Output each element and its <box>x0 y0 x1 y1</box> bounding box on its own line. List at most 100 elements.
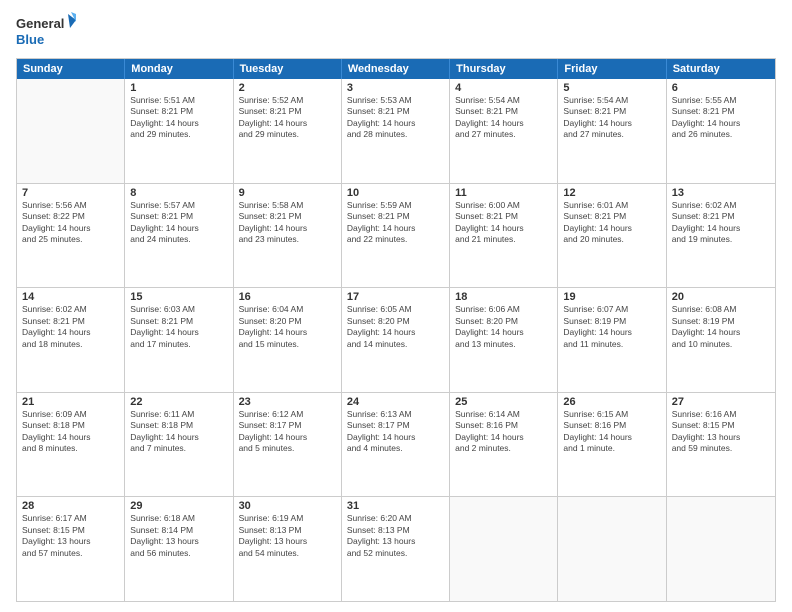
day-cell-16: 16Sunrise: 6:04 AMSunset: 8:20 PMDayligh… <box>234 288 342 392</box>
day-number: 1 <box>130 82 227 94</box>
header-day-monday: Monday <box>125 59 233 79</box>
day-info: Sunrise: 6:20 AMSunset: 8:13 PMDaylight:… <box>347 513 444 559</box>
logo: General Blue <box>16 12 76 52</box>
day-number: 19 <box>563 291 660 303</box>
svg-text:General: General <box>16 16 64 31</box>
day-number: 17 <box>347 291 444 303</box>
day-number: 28 <box>22 500 119 512</box>
day-number: 29 <box>130 500 227 512</box>
day-cell-17: 17Sunrise: 6:05 AMSunset: 8:20 PMDayligh… <box>342 288 450 392</box>
day-info: Sunrise: 6:03 AMSunset: 8:21 PMDaylight:… <box>130 304 227 350</box>
day-cell-1: 1Sunrise: 5:51 AMSunset: 8:21 PMDaylight… <box>125 79 233 183</box>
day-number: 7 <box>22 187 119 199</box>
day-cell-empty <box>558 497 666 601</box>
day-info: Sunrise: 5:54 AMSunset: 8:21 PMDaylight:… <box>563 95 660 141</box>
day-number: 25 <box>455 396 552 408</box>
day-info: Sunrise: 6:02 AMSunset: 8:21 PMDaylight:… <box>22 304 119 350</box>
day-info: Sunrise: 6:14 AMSunset: 8:16 PMDaylight:… <box>455 409 552 455</box>
day-number: 22 <box>130 396 227 408</box>
header-day-friday: Friday <box>558 59 666 79</box>
day-info: Sunrise: 5:57 AMSunset: 8:21 PMDaylight:… <box>130 200 227 246</box>
day-info: Sunrise: 5:58 AMSunset: 8:21 PMDaylight:… <box>239 200 336 246</box>
calendar-header: SundayMondayTuesdayWednesdayThursdayFrid… <box>17 59 775 79</box>
day-info: Sunrise: 5:51 AMSunset: 8:21 PMDaylight:… <box>130 95 227 141</box>
day-info: Sunrise: 5:52 AMSunset: 8:21 PMDaylight:… <box>239 95 336 141</box>
day-cell-3: 3Sunrise: 5:53 AMSunset: 8:21 PMDaylight… <box>342 79 450 183</box>
day-info: Sunrise: 6:09 AMSunset: 8:18 PMDaylight:… <box>22 409 119 455</box>
calendar-week-5: 28Sunrise: 6:17 AMSunset: 8:15 PMDayligh… <box>17 497 775 601</box>
day-cell-7: 7Sunrise: 5:56 AMSunset: 8:22 PMDaylight… <box>17 184 125 288</box>
day-number: 8 <box>130 187 227 199</box>
calendar: SundayMondayTuesdayWednesdayThursdayFrid… <box>16 58 776 602</box>
day-cell-9: 9Sunrise: 5:58 AMSunset: 8:21 PMDaylight… <box>234 184 342 288</box>
day-cell-27: 27Sunrise: 6:16 AMSunset: 8:15 PMDayligh… <box>667 393 775 497</box>
day-cell-10: 10Sunrise: 5:59 AMSunset: 8:21 PMDayligh… <box>342 184 450 288</box>
day-info: Sunrise: 5:56 AMSunset: 8:22 PMDaylight:… <box>22 200 119 246</box>
day-info: Sunrise: 6:17 AMSunset: 8:15 PMDaylight:… <box>22 513 119 559</box>
day-cell-12: 12Sunrise: 6:01 AMSunset: 8:21 PMDayligh… <box>558 184 666 288</box>
day-cell-2: 2Sunrise: 5:52 AMSunset: 8:21 PMDaylight… <box>234 79 342 183</box>
day-cell-29: 29Sunrise: 6:18 AMSunset: 8:14 PMDayligh… <box>125 497 233 601</box>
day-cell-22: 22Sunrise: 6:11 AMSunset: 8:18 PMDayligh… <box>125 393 233 497</box>
calendar-body: 1Sunrise: 5:51 AMSunset: 8:21 PMDaylight… <box>17 79 775 601</box>
day-cell-empty <box>450 497 558 601</box>
day-number: 2 <box>239 82 336 94</box>
day-number: 31 <box>347 500 444 512</box>
day-info: Sunrise: 6:18 AMSunset: 8:14 PMDaylight:… <box>130 513 227 559</box>
day-info: Sunrise: 5:59 AMSunset: 8:21 PMDaylight:… <box>347 200 444 246</box>
day-info: Sunrise: 6:06 AMSunset: 8:20 PMDaylight:… <box>455 304 552 350</box>
day-number: 13 <box>672 187 770 199</box>
day-info: Sunrise: 6:13 AMSunset: 8:17 PMDaylight:… <box>347 409 444 455</box>
day-cell-empty <box>17 79 125 183</box>
day-info: Sunrise: 6:02 AMSunset: 8:21 PMDaylight:… <box>672 200 770 246</box>
day-cell-20: 20Sunrise: 6:08 AMSunset: 8:19 PMDayligh… <box>667 288 775 392</box>
day-number: 5 <box>563 82 660 94</box>
day-cell-25: 25Sunrise: 6:14 AMSunset: 8:16 PMDayligh… <box>450 393 558 497</box>
day-info: Sunrise: 5:54 AMSunset: 8:21 PMDaylight:… <box>455 95 552 141</box>
day-cell-6: 6Sunrise: 5:55 AMSunset: 8:21 PMDaylight… <box>667 79 775 183</box>
day-number: 6 <box>672 82 770 94</box>
day-cell-19: 19Sunrise: 6:07 AMSunset: 8:19 PMDayligh… <box>558 288 666 392</box>
day-number: 20 <box>672 291 770 303</box>
day-number: 16 <box>239 291 336 303</box>
day-cell-5: 5Sunrise: 5:54 AMSunset: 8:21 PMDaylight… <box>558 79 666 183</box>
day-number: 9 <box>239 187 336 199</box>
day-cell-18: 18Sunrise: 6:06 AMSunset: 8:20 PMDayligh… <box>450 288 558 392</box>
day-cell-26: 26Sunrise: 6:15 AMSunset: 8:16 PMDayligh… <box>558 393 666 497</box>
calendar-week-2: 7Sunrise: 5:56 AMSunset: 8:22 PMDaylight… <box>17 184 775 289</box>
day-info: Sunrise: 6:15 AMSunset: 8:16 PMDaylight:… <box>563 409 660 455</box>
day-info: Sunrise: 6:12 AMSunset: 8:17 PMDaylight:… <box>239 409 336 455</box>
day-info: Sunrise: 5:55 AMSunset: 8:21 PMDaylight:… <box>672 95 770 141</box>
day-cell-14: 14Sunrise: 6:02 AMSunset: 8:21 PMDayligh… <box>17 288 125 392</box>
day-cell-13: 13Sunrise: 6:02 AMSunset: 8:21 PMDayligh… <box>667 184 775 288</box>
day-info: Sunrise: 6:11 AMSunset: 8:18 PMDaylight:… <box>130 409 227 455</box>
header: General Blue <box>16 12 776 52</box>
day-cell-8: 8Sunrise: 5:57 AMSunset: 8:21 PMDaylight… <box>125 184 233 288</box>
calendar-week-4: 21Sunrise: 6:09 AMSunset: 8:18 PMDayligh… <box>17 393 775 498</box>
day-number: 3 <box>347 82 444 94</box>
day-cell-23: 23Sunrise: 6:12 AMSunset: 8:17 PMDayligh… <box>234 393 342 497</box>
day-number: 14 <box>22 291 119 303</box>
day-cell-21: 21Sunrise: 6:09 AMSunset: 8:18 PMDayligh… <box>17 393 125 497</box>
day-number: 11 <box>455 187 552 199</box>
day-number: 18 <box>455 291 552 303</box>
header-day-sunday: Sunday <box>17 59 125 79</box>
day-cell-15: 15Sunrise: 6:03 AMSunset: 8:21 PMDayligh… <box>125 288 233 392</box>
day-info: Sunrise: 6:08 AMSunset: 8:19 PMDaylight:… <box>672 304 770 350</box>
day-number: 15 <box>130 291 227 303</box>
day-info: Sunrise: 6:00 AMSunset: 8:21 PMDaylight:… <box>455 200 552 246</box>
day-cell-11: 11Sunrise: 6:00 AMSunset: 8:21 PMDayligh… <box>450 184 558 288</box>
day-number: 27 <box>672 396 770 408</box>
day-info: Sunrise: 6:07 AMSunset: 8:19 PMDaylight:… <box>563 304 660 350</box>
day-info: Sunrise: 6:01 AMSunset: 8:21 PMDaylight:… <box>563 200 660 246</box>
header-day-wednesday: Wednesday <box>342 59 450 79</box>
day-info: Sunrise: 6:19 AMSunset: 8:13 PMDaylight:… <box>239 513 336 559</box>
header-day-tuesday: Tuesday <box>234 59 342 79</box>
day-number: 4 <box>455 82 552 94</box>
day-number: 24 <box>347 396 444 408</box>
calendar-week-1: 1Sunrise: 5:51 AMSunset: 8:21 PMDaylight… <box>17 79 775 184</box>
day-info: Sunrise: 5:53 AMSunset: 8:21 PMDaylight:… <box>347 95 444 141</box>
header-day-thursday: Thursday <box>450 59 558 79</box>
day-cell-30: 30Sunrise: 6:19 AMSunset: 8:13 PMDayligh… <box>234 497 342 601</box>
header-day-saturday: Saturday <box>667 59 775 79</box>
